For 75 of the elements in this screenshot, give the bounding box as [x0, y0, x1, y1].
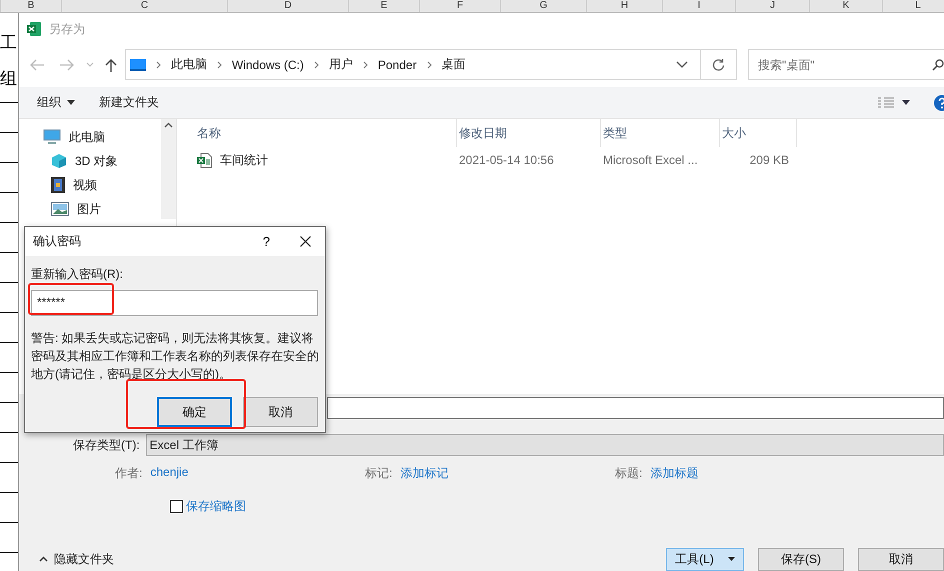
column-header[interactable]: K: [809, 0, 882, 12]
chevron-right-icon[interactable]: [314, 60, 319, 68]
ok-button[interactable]: 确定: [157, 397, 232, 427]
column-header[interactable]: E: [348, 0, 419, 12]
column-header[interactable]: 修改日期: [457, 119, 601, 147]
image-icon: [51, 202, 69, 216]
help-button[interactable]: ?: [262, 234, 270, 249]
cube-icon: [51, 153, 67, 169]
tools-button[interactable]: 工具(L): [666, 548, 744, 570]
save-type-label: 保存类型(T):: [73, 436, 140, 454]
nav-item[interactable]: 3D 对象: [43, 153, 118, 169]
computer-icon: [43, 129, 61, 145]
file-name-field[interactable]: [327, 397, 944, 419]
organize-button[interactable]: 组织: [37, 94, 75, 111]
breadcrumb-item[interactable]: Ponder: [378, 58, 417, 72]
column-header[interactable]: G: [500, 0, 586, 12]
chevron-right-icon[interactable]: [156, 60, 161, 68]
film-icon: [51, 177, 65, 193]
column-header[interactable]: J: [735, 0, 809, 12]
chevron-right-icon[interactable]: [216, 60, 222, 68]
excel-icon: [27, 22, 41, 36]
caret-icon[interactable]: [902, 100, 910, 105]
caret-icon: [728, 557, 735, 561]
dropdown-caret-icon[interactable]: [676, 60, 688, 68]
file-name: 车间统计: [219, 152, 268, 168]
column-header[interactable]: 名称: [195, 119, 457, 147]
cancel-button[interactable]: 取消: [858, 548, 944, 570]
checkbox[interactable]: [170, 500, 183, 513]
cancel-button[interactable]: 取消: [243, 397, 318, 427]
dialog-title: 确认密码: [33, 233, 81, 250]
field-value-link[interactable]: 添加标记: [400, 464, 448, 482]
nav-item[interactable]: 此电脑: [43, 129, 105, 145]
size-cell-text: 209 KB: [748, 153, 790, 167]
breadcrumb-item[interactable]: 此电脑: [170, 56, 207, 73]
column-header[interactable]: H: [586, 0, 662, 12]
caret-icon: [67, 100, 75, 105]
date-cell-text: 2021-05-14 10:56: [458, 153, 555, 167]
chevron-right-icon[interactable]: [426, 60, 432, 68]
nav-item[interactable]: 图片: [43, 201, 101, 217]
column-header[interactable]: I: [662, 0, 735, 12]
save-type-dropdown[interactable]: Excel 工作簿: [146, 434, 944, 456]
column-header[interactable]: F: [419, 0, 500, 12]
checkbox-label[interactable]: 保存缩略图: [186, 498, 246, 515]
password-field[interactable]: ******: [31, 290, 318, 316]
column-header[interactable]: B: [0, 0, 61, 12]
refresh-icon[interactable]: [712, 58, 725, 71]
file-row[interactable]: 车间统计 2021-05-14 10:56 Microsoft Excel ... 209 KB: [195, 147, 944, 173]
breadcrumb-item[interactable]: Windows (C:): [232, 58, 304, 72]
field-label: 标题:: [615, 464, 642, 482]
computer-icon: [130, 58, 146, 70]
field-label: 标记:: [365, 464, 392, 482]
close-icon[interactable]: [300, 236, 311, 247]
column-header[interactable]: 类型: [601, 119, 720, 147]
column-header[interactable]: C: [61, 0, 227, 12]
breadcrumb-item[interactable]: 用户: [328, 56, 353, 73]
field-label: 作者:: [115, 464, 142, 482]
hide-folders-button[interactable]: 隐藏文件夹: [33, 550, 120, 568]
save-button[interactable]: 保存(S): [758, 548, 844, 570]
excel-file-icon: [197, 152, 212, 168]
field-value-link[interactable]: 添加标题: [650, 464, 698, 482]
nav-item[interactable]: 视频: [43, 177, 97, 193]
up-arrow-icon[interactable]: [105, 58, 117, 72]
column-header[interactable]: 大小: [720, 119, 797, 147]
view-list-icon[interactable]: [878, 96, 894, 108]
breadcrumb-item[interactable]: 桌面: [442, 56, 466, 73]
window-title: 另存为: [49, 20, 85, 38]
chevron-up-icon: [39, 556, 48, 562]
new-folder-button[interactable]: 新建文件夹: [99, 94, 159, 111]
chevron-right-icon[interactable]: [362, 60, 368, 68]
field-value-link[interactable]: chenjie: [150, 464, 188, 482]
type-cell-text: Microsoft Excel ...: [602, 153, 699, 167]
column-header[interactable]: D: [227, 0, 348, 12]
column-header[interactable]: L: [882, 0, 944, 12]
field-label: 重新输入密码(R):: [31, 266, 124, 283]
search-field[interactable]: 搜索"桌面": [748, 49, 944, 80]
